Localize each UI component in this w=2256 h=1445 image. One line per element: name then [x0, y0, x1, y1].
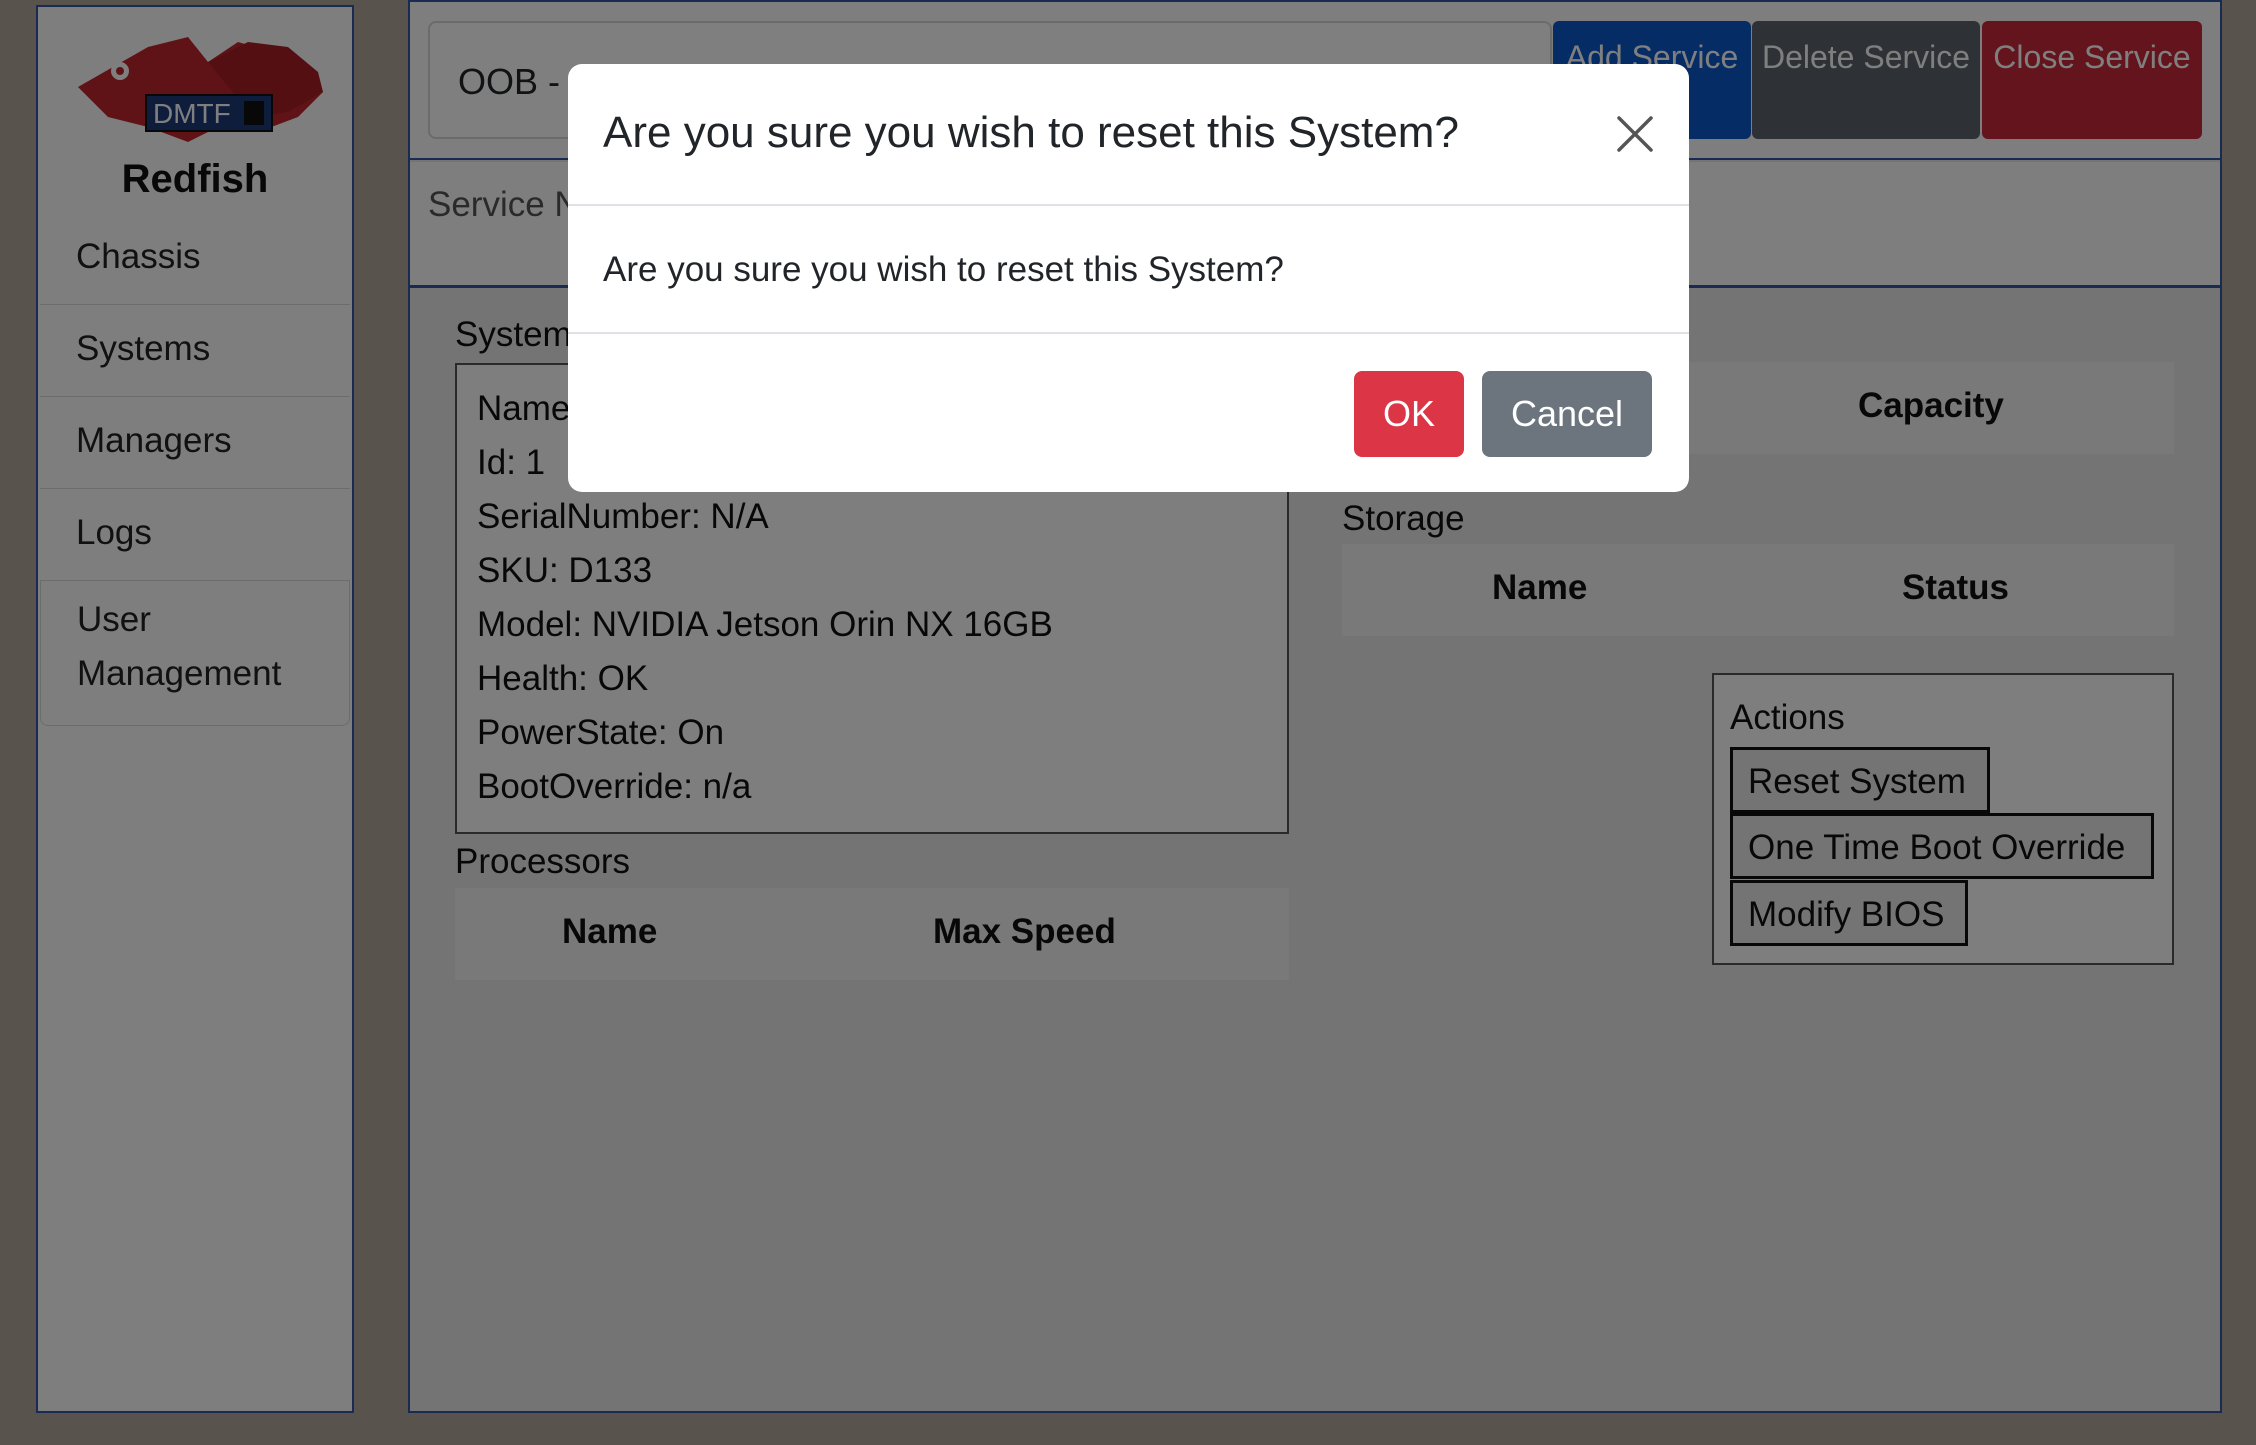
close-icon[interactable]	[1613, 112, 1657, 156]
dialog-title: Are you sure you wish to reset this Syst…	[603, 108, 1459, 157]
confirm-dialog: Are you sure you wish to reset this Syst…	[568, 64, 1689, 492]
dialog-header: Are you sure you wish to reset this Syst…	[568, 64, 1689, 206]
ok-button[interactable]: OK	[1354, 371, 1464, 457]
dialog-message: Are you sure you wish to reset this Syst…	[603, 250, 1284, 289]
dialog-body: Are you sure you wish to reset this Syst…	[568, 206, 1689, 334]
cancel-button[interactable]: Cancel	[1482, 371, 1652, 457]
